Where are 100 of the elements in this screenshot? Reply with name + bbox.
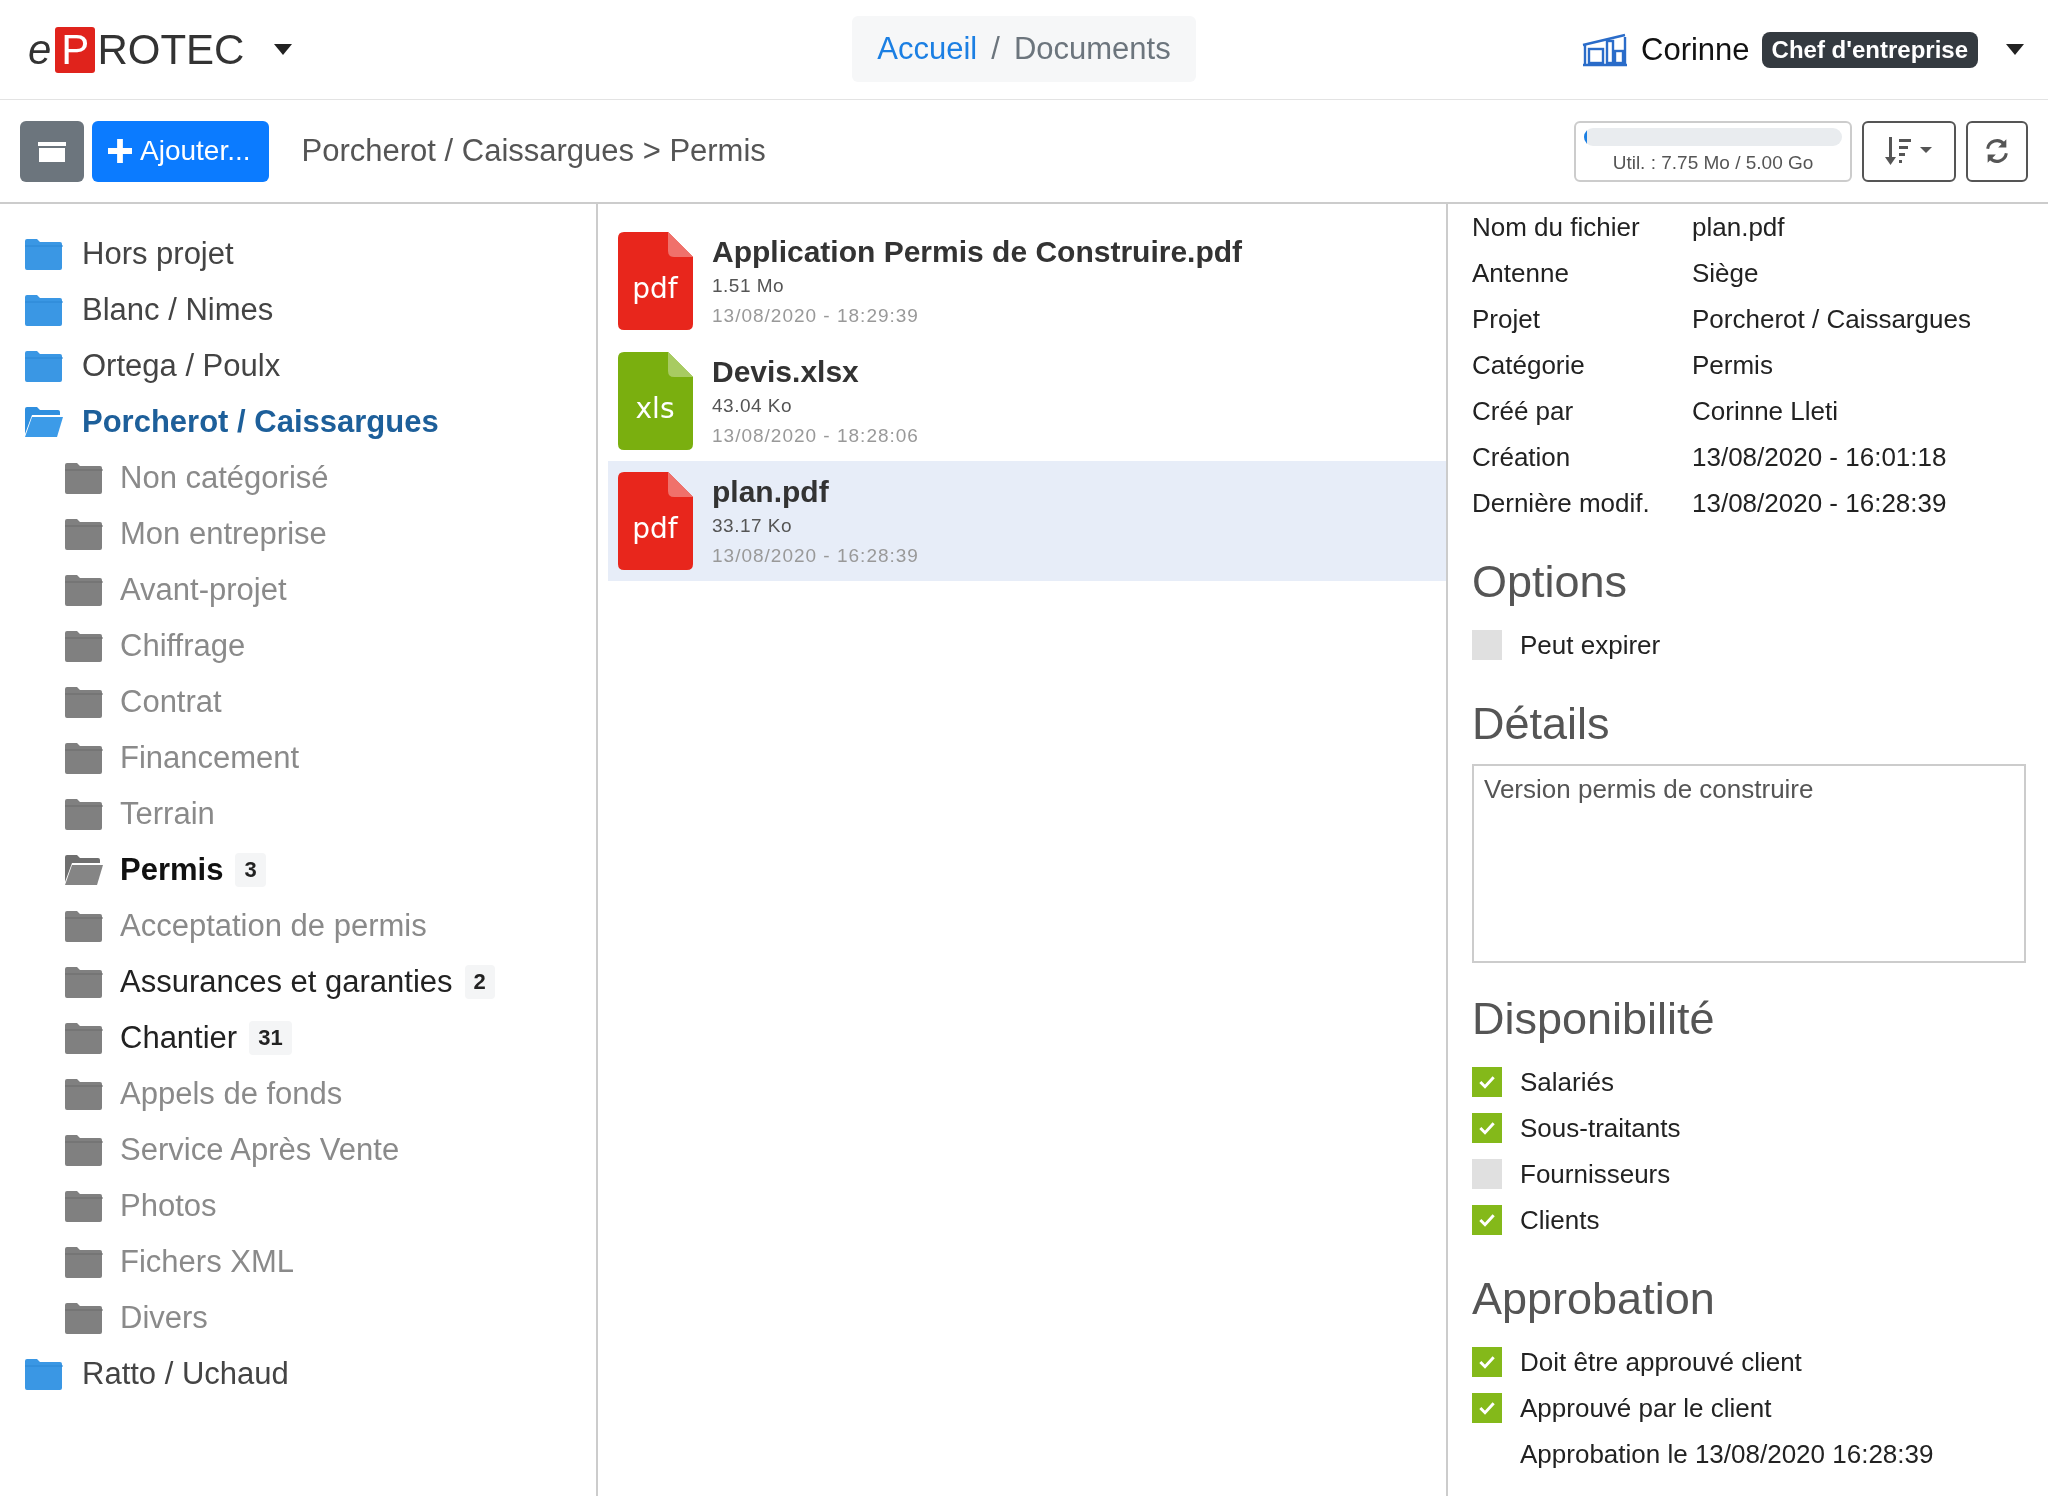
category-folder-item[interactable]: Non catégorisé [0, 450, 596, 506]
category-folder-item[interactable]: Divers [0, 1290, 596, 1346]
check-icon [1479, 1121, 1495, 1135]
plus-icon [108, 139, 132, 163]
field-label: Création [1472, 441, 1572, 473]
category-folder-item[interactable]: Financement [0, 730, 596, 786]
category-folder-item[interactable]: Fichers XML [0, 1234, 596, 1290]
caret-icon[interactable] [274, 44, 293, 55]
field-value: 13/08/2020 - 16:28:39 [1692, 487, 1947, 519]
category-folder-item[interactable]: Avant-projet [0, 562, 596, 618]
folder-icon [64, 1134, 104, 1166]
project-folder-item[interactable]: Blanc / Nimes [0, 282, 596, 338]
sort-button[interactable] [1862, 120, 1956, 182]
folder-icon [64, 1022, 104, 1054]
checkbox-label: Salariés [1520, 1066, 1614, 1098]
breadcrumb-link[interactable]: Accueil [877, 31, 978, 67]
folder-icon [64, 966, 104, 998]
field-value: plan.pdf [1692, 211, 1785, 243]
check-icon [1479, 1075, 1495, 1089]
category-folder-item[interactable]: Chantier 31 [0, 1010, 596, 1066]
category-folder-item[interactable]: Terrain [0, 786, 596, 842]
building-icon [1581, 32, 1629, 67]
checkbox[interactable] [1472, 1205, 1502, 1235]
breadcrumb-separator: / [991, 31, 1000, 67]
add-button[interactable]: Ajouter... [92, 120, 269, 182]
open-folder-icon [24, 406, 64, 438]
file-icon: pdf [618, 472, 693, 570]
category-folder-item[interactable]: Contrat [0, 674, 596, 730]
project-folder-item[interactable]: Hors projet [0, 226, 596, 282]
category-folder-item[interactable]: Photos [0, 1178, 596, 1234]
category-folder-item[interactable]: Permis 3 [0, 842, 596, 898]
caret-icon[interactable] [2006, 44, 2024, 55]
folder-icon [64, 798, 104, 830]
file-name: plan.pdf [712, 475, 830, 509]
folder-icon [64, 630, 104, 662]
category-folder-item[interactable]: Mon entreprise [0, 506, 596, 562]
project-folder-item[interactable]: Ortega / Poulx [0, 338, 596, 394]
folder-icon [24, 350, 64, 382]
checkbox[interactable] [1472, 1113, 1502, 1143]
project-folder-item[interactable]: Ratto / Uchaud [0, 1346, 596, 1402]
user-name[interactable]: Corinne [1641, 31, 1750, 68]
folder-icon [64, 462, 104, 494]
file-icon: xls [618, 352, 693, 450]
folder-icon [64, 574, 104, 606]
field-value: Siège [1692, 257, 1759, 289]
file-size: 1.51 Mo [712, 275, 786, 297]
category-folder-item[interactable]: Chiffrage [0, 618, 596, 674]
checkbox-label: Peut expirer [1520, 629, 1661, 661]
file-row[interactable]: xls Devis.xlsx 43.04 Ko 13/08/2020 - 18:28:06 [608, 341, 1446, 461]
field-value: Porcherot / Caissargues [1692, 303, 1971, 335]
checkbox-label: Sous-traitants [1520, 1112, 1681, 1144]
checkbox[interactable] [1472, 1347, 1502, 1377]
folder-button[interactable] [20, 120, 84, 182]
breadcrumb-current: Documents [1013, 31, 1171, 67]
file-date: 13/08/2020 - 18:29:39 [712, 305, 920, 327]
file-name: Application Permis de Construire.pdf [712, 235, 1243, 269]
folder-icon [64, 1190, 104, 1222]
role-badge: Chef d'entreprise [1761, 31, 1978, 68]
refresh-icon [1983, 137, 2011, 165]
storage-meter: Util. : 7.75 Mo / 5.00 Go [1574, 120, 1852, 182]
category-folder-item[interactable]: Appels de fonds [0, 1066, 596, 1122]
logo[interactable]: e P ROTEC [28, 25, 245, 74]
file-date: 13/08/2020 - 16:28:39 [712, 545, 919, 567]
field-label: Catégorie [1472, 349, 1586, 381]
field-label: Nom du fichier [1472, 211, 1641, 243]
details-textarea[interactable]: Version permis de construire [1472, 764, 2026, 963]
folder-icon [24, 1358, 64, 1390]
file-row[interactable]: pdf plan.pdf 33.17 Ko 13/08/2020 - 16:28:39 [608, 461, 1446, 581]
folder-path: Porcherot / Caissargues > Permis [301, 133, 766, 169]
field-label: Dernière modif. [1472, 487, 1651, 519]
folder-icon [64, 518, 104, 550]
checkbox[interactable] [1472, 1067, 1502, 1097]
refresh-button[interactable] [1966, 120, 2028, 182]
folder-icon [64, 1246, 104, 1278]
folder-icon [64, 742, 104, 774]
category-folder-item[interactable]: Service Après Vente [0, 1122, 596, 1178]
open-folder-icon [64, 854, 104, 886]
checkbox[interactable] [1472, 1159, 1502, 1189]
checkbox[interactable] [1472, 1393, 1502, 1423]
folder-icon [24, 238, 64, 270]
file-size: 33.17 Ko [712, 515, 794, 537]
field-value: Permis [1692, 349, 1773, 381]
count-badge: 2 [464, 965, 495, 999]
check-icon [1479, 1213, 1495, 1227]
category-folder-item[interactable]: Acceptation de permis [0, 898, 596, 954]
project-folder-item[interactable]: Porcherot / Caissargues [0, 394, 596, 450]
field-label: Projet [1472, 303, 1541, 335]
folder-icon [24, 294, 64, 326]
count-badge: 3 [235, 853, 266, 887]
count-badge: 31 [249, 1021, 292, 1055]
checkbox[interactable] [1472, 630, 1502, 660]
file-row[interactable]: pdf Application Permis de Construire.pdf 1.51 Mo 13/08/2020 - 18:29:39 [608, 221, 1446, 341]
folder-icon [38, 140, 66, 162]
file-size: 43.04 Ko [712, 395, 794, 417]
checkbox-label: Doit être approuvé client [1520, 1346, 1802, 1378]
section-heading: Options [1472, 555, 1629, 609]
category-folder-item[interactable]: Assurances et garanties 2 [0, 954, 596, 1010]
folder-icon [64, 910, 104, 942]
file-date: 13/08/2020 - 18:28:06 [712, 425, 919, 447]
folder-icon [64, 1078, 104, 1110]
